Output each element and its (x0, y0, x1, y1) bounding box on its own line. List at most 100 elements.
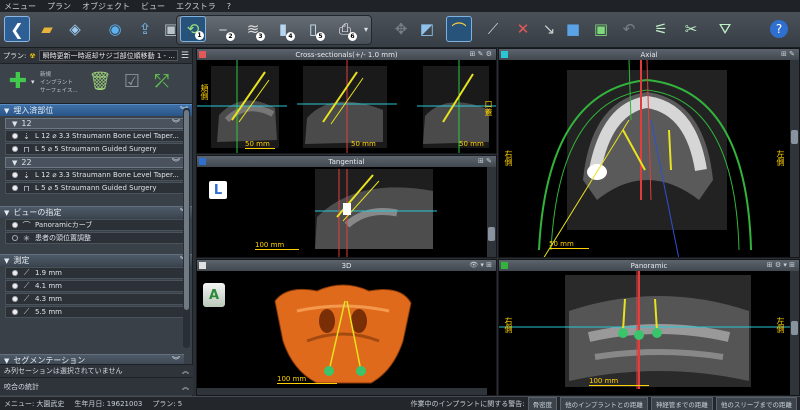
visible-radio[interactable] (12, 283, 18, 289)
segment-status-row[interactable]: み列セーションは選択されていません ︽ (0, 364, 193, 377)
back-icon[interactable]: ❮ (4, 16, 30, 42)
warning-chip-sleeve-distance[interactable]: 他のスリーブまでの距離 (715, 396, 797, 410)
segment-icon[interactable]: ▣ (588, 16, 614, 42)
print-icon[interactable]: ⎙ 6 (332, 16, 358, 42)
rotate-cube-icon[interactable]: ◩ (414, 16, 440, 42)
undo-icon[interactable]: ↶ (616, 16, 642, 42)
left-panel-scrollbar[interactable] (183, 108, 190, 348)
menu-item-extra[interactable]: エクストラ (176, 1, 216, 12)
plan-name-field[interactable]: 瞬時更新一時返却サジゴ部位順移動 1 - ... (38, 50, 178, 61)
view-item-panoramic-curve[interactable]: ⌒ Panoramicカーブ (5, 219, 187, 231)
visible-radio[interactable] (12, 185, 18, 191)
measure-item[interactable]: ⟋ 4.1 mm (5, 280, 187, 292)
menu-item-object[interactable]: オブジェクト (82, 1, 130, 12)
globe-sync-icon[interactable]: ◉ (102, 16, 128, 42)
cross-sectionals-viewport[interactable]: Cross-sectionals(+/- 1.0 mm) ⊞ ✎ ⚙ 頬側 口蓋… (196, 48, 497, 154)
box-select-icon[interactable]: ■ (560, 16, 586, 42)
3d-model-view[interactable]: A 100 mm (197, 271, 496, 395)
stats-row[interactable]: 咬合の統計 ︽ (0, 377, 193, 395)
visible-radio[interactable] (12, 146, 18, 152)
step-3-icon[interactable]: ≋ 3 (240, 16, 266, 42)
measure-icon[interactable]: ↘ (536, 16, 562, 42)
guide-export-icon[interactable]: ⛛ (712, 16, 738, 42)
viewport-tools-icon[interactable]: ⊞ ✎ (478, 157, 492, 165)
implants-section-header[interactable]: ▼ 埋入済部位 ︾ (0, 104, 192, 116)
move-icon[interactable]: ✥ (388, 16, 414, 42)
viewport-tools-icon[interactable]: 👁 ▾ ⊞ (469, 261, 492, 269)
implant-group-12-header[interactable]: ▼ 12 ︾ (5, 118, 187, 129)
visible-radio[interactable] (12, 133, 18, 139)
measure-item[interactable]: ⟋ 4.3 mm (5, 293, 187, 305)
implant-item[interactable]: ⇣ L 12 ⌀ 3.3 Straumann Bone Level Taper.… (5, 130, 187, 142)
view-item-head-position[interactable]: ✳ 患者の頭位置調整 (5, 232, 187, 244)
step-1-icon[interactable]: ⟲ 1 (180, 16, 206, 42)
panoramic-viewport[interactable]: Panoramic ⊞ ⚙ ▾ ⊞ 右側 左側 100 mm (498, 259, 800, 396)
tangential-viewport[interactable]: Tangential ⊞ ✎ L 100 mm (196, 155, 497, 258)
panoramic-scrollbar[interactable] (790, 271, 799, 395)
expand-chevron-icon[interactable]: ︽ (182, 382, 189, 392)
step-2-icon[interactable]: ⎯ 2 (210, 16, 236, 42)
help-icon[interactable]: ? (766, 16, 792, 42)
viewport-tools-icon[interactable]: ⊞ ⚙ ▾ ⊞ (767, 261, 795, 269)
panoramic-image[interactable]: 右側 左側 100 mm (499, 271, 799, 395)
axial-image[interactable]: 右側 左側 50 mm (499, 59, 799, 257)
tangential-scrollbar[interactable] (487, 167, 496, 257)
visible-radio[interactable] (12, 296, 18, 302)
visible-radio[interactable] (12, 172, 18, 178)
delete-implant-icon[interactable]: ✕ (510, 16, 536, 42)
viewport-tools-icon[interactable]: ⊞ ✎ ⚙ (470, 50, 492, 58)
warning-chip-implant-distance[interactable]: 他のインプラントとの距離 (560, 396, 648, 410)
warning-chip-bone-density[interactable]: 骨密度 (527, 396, 558, 410)
slice-2 (297, 60, 397, 153)
step-dropdown-icon[interactable]: ▾ (362, 16, 370, 42)
measure-section-header[interactable]: ▼ 測定 ︾ (0, 254, 192, 266)
3d-viewport[interactable]: 3D 👁 ▾ ⊞ A 100 mm (196, 259, 497, 396)
expand-chevron-icon[interactable]: ︽ (182, 366, 189, 376)
add-implant-icon[interactable]: ✚ (6, 69, 30, 94)
scrollbar-thumb[interactable] (791, 321, 798, 335)
menu-item-menu[interactable]: メニュー (4, 1, 36, 12)
visible-radio[interactable] (12, 309, 18, 315)
measure-item[interactable]: ⟋ 5.5 mm (5, 306, 187, 318)
visible-radio[interactable] (12, 222, 18, 228)
viewport-tools-icon[interactable]: ⊞ ✎ (781, 50, 795, 58)
measure-item[interactable]: ⟋ 1.9 mm (5, 267, 187, 279)
orientation-cube-icon[interactable]: A (203, 283, 225, 307)
trash-icon[interactable]: 🗑 (88, 69, 112, 93)
save-icon[interactable]: ◈ (62, 16, 88, 42)
scrollbar-thumb[interactable] (791, 130, 798, 144)
warning-chip-nerve-distance[interactable]: 神経管までの距離 (650, 396, 713, 410)
guide-cut-icon[interactable]: ✂ (678, 16, 704, 42)
swap-icon[interactable]: ⤱ (150, 69, 174, 93)
tangential-image[interactable]: L 100 mm (197, 167, 496, 257)
visible-radio[interactable] (12, 270, 18, 276)
plan-menu-icon[interactable]: ☰ (181, 51, 189, 61)
open-folder-icon[interactable]: ▰ (34, 16, 60, 42)
group-chevron-icon[interactable]: ︾ (172, 118, 180, 129)
implant-group-22-header[interactable]: ▼ 22 ︾ (5, 157, 187, 168)
axial-viewport[interactable]: Axial ⊞ ✎ 右側 左側 50 mm (498, 48, 800, 258)
cross-sectionals-images[interactable]: 頬側 口蓋 50 mm 50 mm 50 mm (197, 60, 496, 153)
scrollbar-thumb[interactable] (184, 110, 189, 310)
menu-item-view[interactable]: ビュー (141, 1, 165, 12)
sleeve-item[interactable]: ⊓ L 5 ⌀ 5 Straumann Guided Surgery (5, 182, 187, 194)
add-dropdown-icon[interactable]: ▾ (31, 78, 35, 86)
ruler-icon: ⟋ (23, 281, 30, 290)
menu-item-help[interactable]: ? (227, 2, 231, 11)
guide-sleeve-icon[interactable]: ⚟ (648, 16, 674, 42)
curve-icon[interactable]: ⌒ (446, 16, 472, 42)
axial-scrollbar[interactable] (790, 60, 799, 257)
implant-item[interactable]: ⇣ L 12 ⌀ 3.3 Straumann Bone Level Taper.… (5, 169, 187, 181)
sleeve-item[interactable]: ⊓ L 5 ⌀ 5 Straumann Guided Surgery (5, 143, 187, 155)
export-icon[interactable]: ⇪ (132, 16, 158, 42)
view-section-header[interactable]: ▼ ビューの指定 ︾ (0, 206, 192, 218)
step-4-icon[interactable]: ▮ 4 (270, 16, 296, 42)
check-icon[interactable]: ☑ (120, 69, 144, 93)
3d-horizontal-scrollbar[interactable] (197, 388, 487, 395)
scrollbar-thumb[interactable] (488, 227, 495, 241)
group-chevron-icon[interactable]: ︾ (172, 157, 180, 168)
implant-tool-icon[interactable]: ⟋ (480, 16, 506, 42)
menu-item-plan[interactable]: プラン (47, 1, 71, 12)
visible-radio[interactable] (12, 235, 18, 241)
step-5-icon[interactable]: ▯ 5 (300, 16, 326, 42)
